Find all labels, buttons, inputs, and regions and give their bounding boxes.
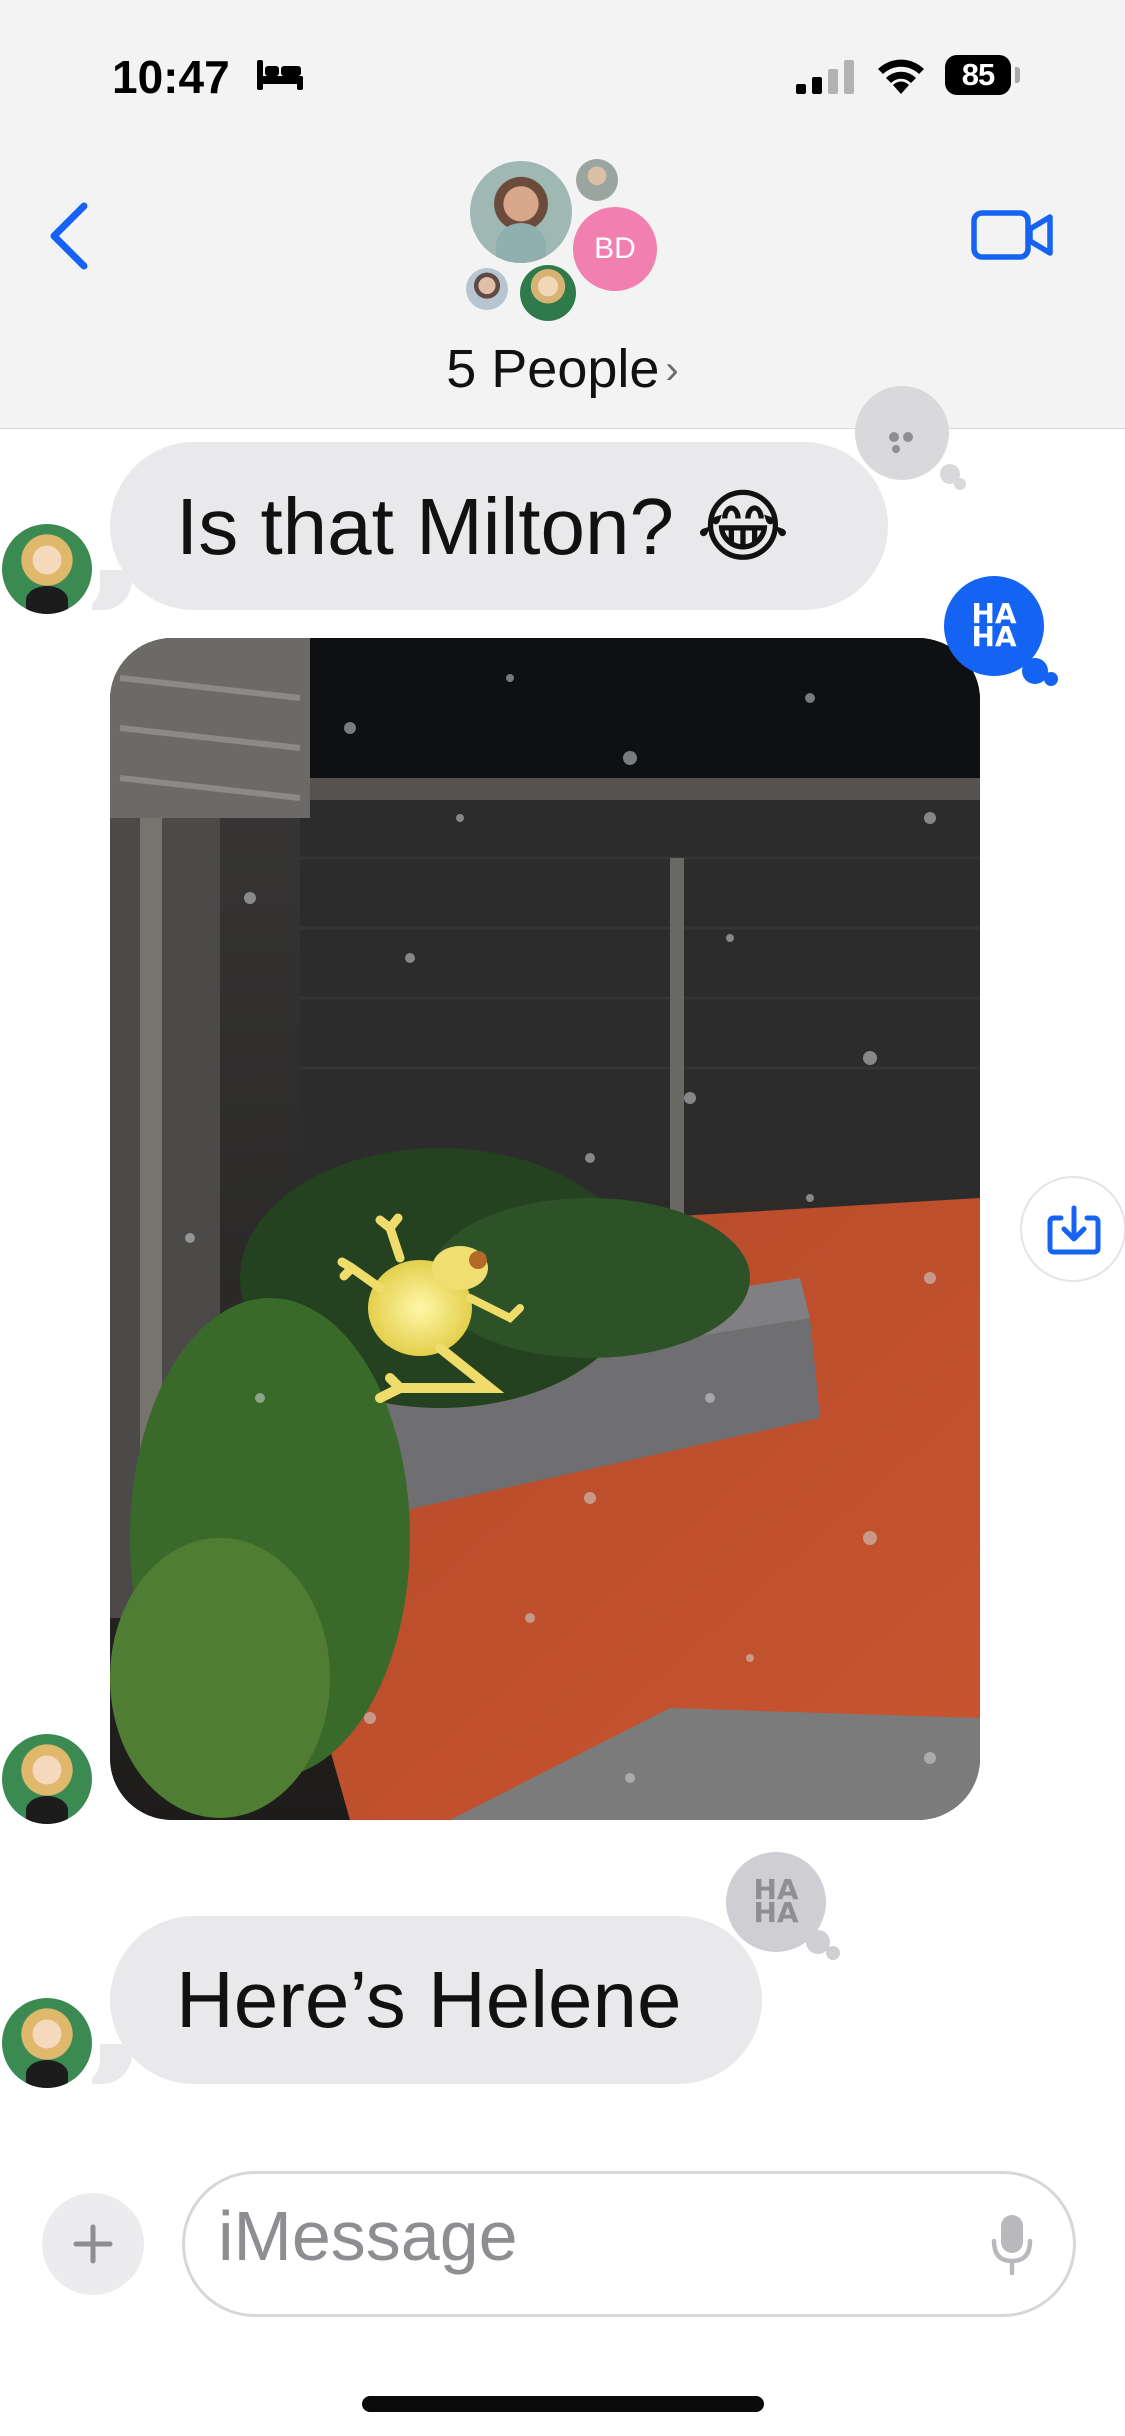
tapback-dot bbox=[826, 1946, 840, 1960]
bed-icon bbox=[257, 60, 303, 90]
haha-text: HA bbox=[971, 620, 1017, 653]
haha-text: HA bbox=[753, 1896, 799, 1929]
photo-message[interactable] bbox=[110, 638, 980, 1820]
avatar bbox=[576, 159, 618, 201]
conversation-header: 10:47 85 BD 5 People › bbox=[0, 0, 1125, 429]
message-bubble[interactable]: Here’s Helene bbox=[110, 1916, 762, 2084]
save-photo-button[interactable] bbox=[1020, 1176, 1125, 1282]
sender-avatar[interactable] bbox=[2, 1734, 92, 1824]
plus-button[interactable] bbox=[42, 2193, 144, 2295]
battery-nub bbox=[1015, 67, 1020, 83]
wifi-icon bbox=[878, 59, 924, 94]
group-title-label: 5 People bbox=[446, 339, 660, 399]
home-indicator bbox=[362, 2396, 764, 2412]
back-button[interactable] bbox=[40, 196, 100, 276]
sender-avatar[interactable] bbox=[2, 524, 92, 614]
group-avatars[interactable]: BD bbox=[460, 155, 670, 330]
microphone-icon[interactable] bbox=[990, 2213, 1034, 2277]
tapback-dot bbox=[954, 478, 966, 490]
message-input-placeholder: iMessage bbox=[218, 2197, 518, 2275]
save-download-icon bbox=[1047, 1205, 1101, 1255]
sender-avatar[interactable] bbox=[2, 1998, 92, 2088]
imessage-conversation-screen: 10:47 85 BD 5 People › Is that Milton? 😂… bbox=[0, 0, 1125, 2436]
message-text: Is that Milton? 😂 bbox=[176, 481, 790, 571]
avatar-initials: BD bbox=[573, 207, 657, 291]
avatar bbox=[470, 161, 572, 263]
status-time: 10:47 bbox=[112, 51, 230, 103]
tapback-dot bbox=[1044, 672, 1058, 686]
plus-icon bbox=[73, 2224, 113, 2264]
haha-icon: HA HA bbox=[753, 1876, 799, 1929]
group-title[interactable]: 5 People › bbox=[0, 338, 1125, 400]
message-text: Here’s Helene bbox=[176, 1955, 682, 2044]
signal-icon bbox=[796, 60, 854, 94]
battery-level: 85 bbox=[945, 55, 1011, 95]
tapback-haha[interactable] bbox=[855, 386, 949, 480]
frog-photo bbox=[110, 638, 980, 1820]
haha-icon bbox=[889, 432, 913, 453]
avatar bbox=[520, 265, 576, 321]
haha-icon: HA HA bbox=[971, 600, 1017, 653]
video-call-button[interactable] bbox=[968, 200, 1058, 270]
message-bubble[interactable]: Is that Milton? 😂 bbox=[110, 442, 888, 610]
avatar bbox=[466, 268, 508, 310]
chevron-right-icon: › bbox=[665, 348, 679, 392]
